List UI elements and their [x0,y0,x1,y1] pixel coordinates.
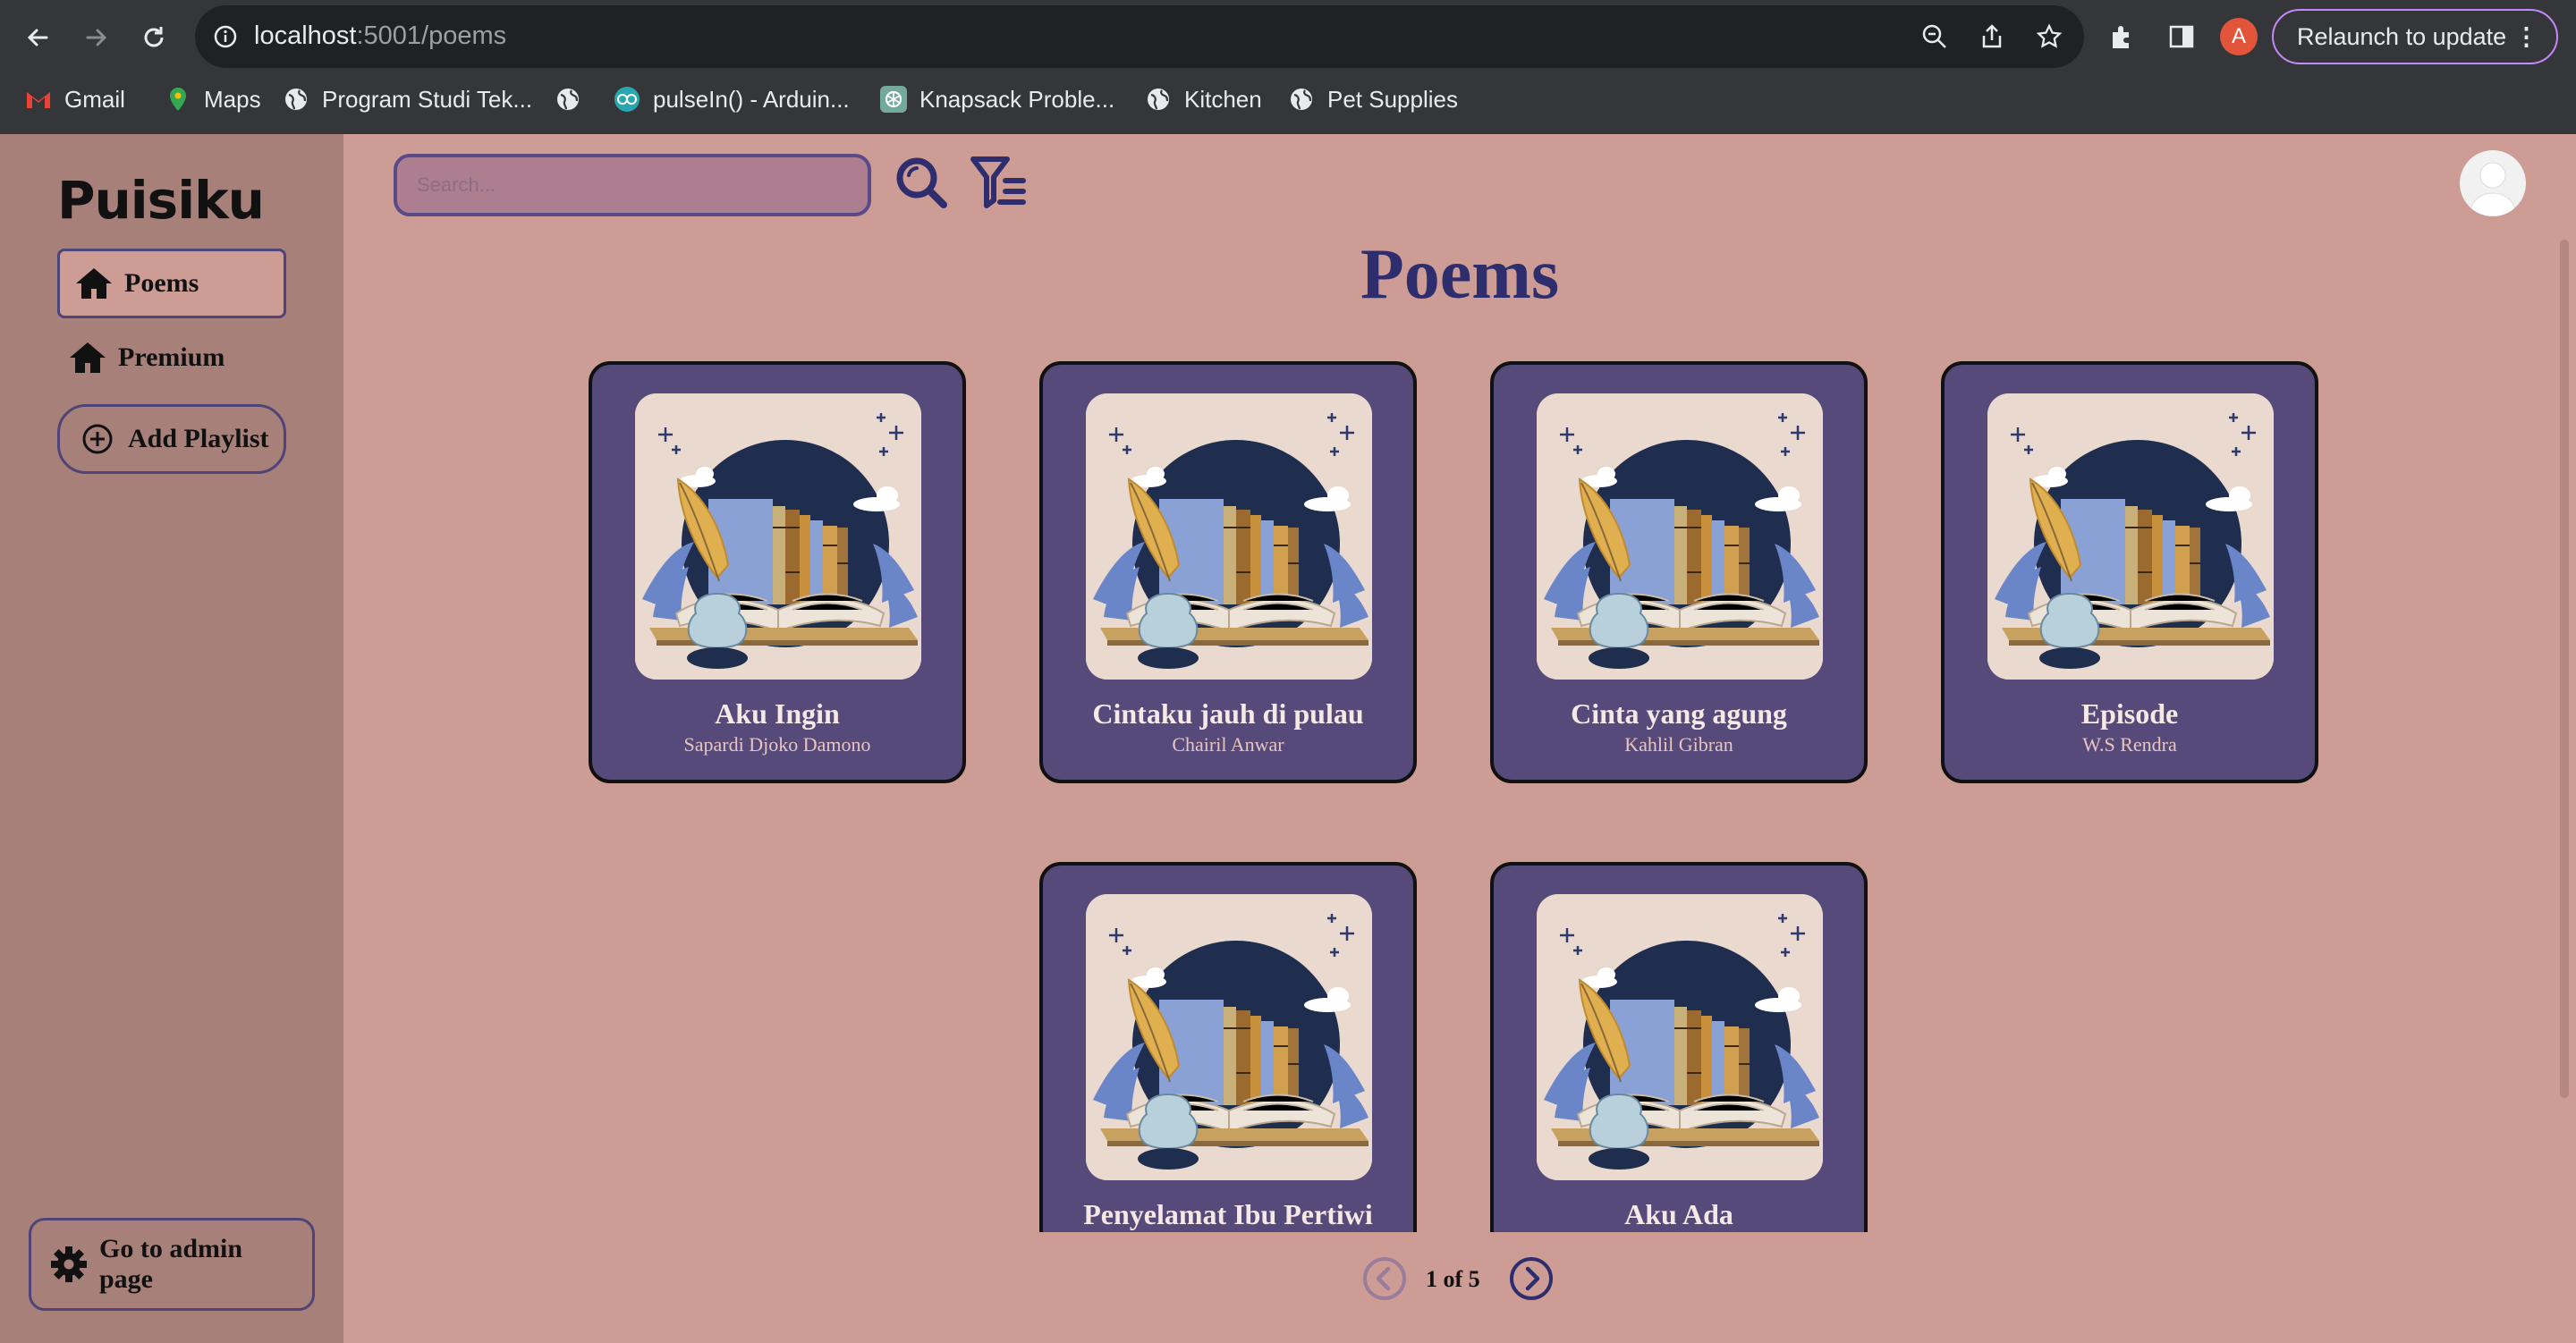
bookmark-label: Gmail [64,85,125,113]
poem-cover-image [1537,894,1823,1180]
add-playlist-label: Add Playlist [128,424,269,453]
poem-cover-image [1086,393,1372,680]
share-icon[interactable] [1979,23,2005,50]
poem-cover-image [1537,393,1823,680]
bookmark-label: Kitchen [1184,85,1262,113]
forward-button[interactable] [77,18,116,57]
gear-icon [49,1245,89,1284]
previous-page-icon[interactable] [1361,1255,1408,1302]
poem-author: Chairil Anwar [1172,733,1284,756]
info-icon [214,25,237,48]
poem-title: Aku Ingin [715,697,840,730]
poem-grid: Aku Ingin Sapardi Djoko Damono Cintaku ja… [537,361,2361,1232]
admin-page-label: Go to admin page [99,1234,243,1294]
admin-page-button[interactable]: Go to admin page [29,1218,315,1311]
bookmark-label: Maps [204,85,261,113]
bookmark-0[interactable]: Gmail [25,80,125,118]
poem-cover-image [1086,894,1372,1180]
relaunch-button[interactable]: Relaunch to update ⋮ [2272,9,2558,64]
globe-icon [283,86,309,113]
sidebar: Puisiku Poems Premium Add Playlist Go to… [0,134,343,1343]
back-button[interactable] [18,18,57,57]
reload-button[interactable] [134,18,174,57]
bookmarks-bar: Gmail Maps Program Studi Tek... pulseIn() -… [0,80,2576,118]
url-text: localhost:5001/poems [254,21,507,50]
page-title: Poems [1360,235,1560,314]
arduino-icon [614,86,640,113]
zoom-icon[interactable] [1921,23,1948,50]
bookmark-label: Program Studi Tek... [322,85,533,113]
poem-title: Cintaku jauh di pulau [1092,697,1364,730]
poem-title: Aku Ada [1624,1198,1733,1230]
search-icon[interactable] [893,154,950,211]
forward-arrow-icon [86,29,107,46]
page-content: Puisiku Poems Premium Add Playlist Go to… [0,134,2576,1343]
home-icon [68,338,107,377]
bookmark-label: Knapsack Proble... [919,85,1115,113]
openai-icon [880,86,907,113]
search-input[interactable] [394,154,871,216]
bookmark-star-icon[interactable] [2036,23,2063,50]
maps-icon [165,86,191,113]
filter-icon[interactable] [970,154,1029,211]
brand-logo: Puisiku [57,170,265,231]
bookmark-6[interactable]: Kitchen [1145,80,1262,118]
bookmark-3[interactable] [555,80,594,118]
globe-icon [1145,86,1172,113]
globe-icon [1288,86,1315,113]
poem-author: W.S Rendra [2082,733,2177,756]
back-arrow-icon [27,29,48,46]
browser-chrome: localhost:5001/poems A Relaunch to updat… [0,0,2576,134]
nav-premium-label: Premium [118,342,225,372]
home-icon [74,264,114,303]
bookmark-7[interactable]: Pet Supplies [1288,80,1458,118]
poem-card[interactable]: Cinta yang agung Kahlil Gibran [1490,361,1868,783]
poem-card[interactable]: Aku Ingin Sapardi Djoko Damono [589,361,966,783]
bookmark-1[interactable]: Maps [165,80,261,118]
poem-card[interactable]: Cintaku jauh di pulau Chairil Anwar [1039,361,1417,783]
globe-icon [555,86,581,113]
side-panel-icon[interactable] [2168,23,2195,50]
bookmark-5[interactable]: Knapsack Proble... [880,80,1114,118]
pagination: 1 of 5 [1361,1255,1560,1305]
address-bar[interactable]: localhost:5001/poems [195,5,2084,68]
bookmark-label: pulseIn() - Arduin... [653,85,850,113]
add-playlist-button[interactable]: Add Playlist [57,404,286,474]
poem-cover-image [635,393,921,680]
user-icon [2468,162,2518,216]
poem-cover-image [1987,393,2274,680]
poem-author: Sapardi Djoko Damono [683,733,871,756]
poem-card[interactable]: Aku Ada [1490,862,1868,1232]
extensions-puzzle-icon[interactable] [2109,23,2136,50]
more-menu-icon[interactable]: ⋮ [2514,11,2538,63]
poem-card[interactable]: Penyelamat Ibu Pertiwi [1039,862,1417,1232]
profile-avatar[interactable]: A [2220,18,2258,55]
bookmark-2[interactable]: Program Studi Tek... [283,80,532,118]
next-page-icon[interactable] [1508,1255,1555,1302]
poem-card[interactable]: Episode W.S Rendra [1941,361,2318,783]
gmail-icon [25,86,52,113]
poem-author: Kahlil Gibran [1624,733,1733,756]
poem-title: Cinta yang agung [1571,697,1787,730]
page-indicator: 1 of 5 [1426,1266,1480,1292]
reload-icon [144,27,164,47]
poem-title: Penyelamat Ibu Pertiwi [1083,1198,1373,1230]
bookmark-4[interactable]: pulseIn() - Arduin... [614,80,850,118]
scrollbar[interactable] [2560,240,2569,1098]
nav-poems[interactable]: Poems [57,249,286,318]
nav-poems-label: Poems [124,268,199,298]
user-avatar[interactable] [2460,150,2526,216]
poem-title: Episode [2080,697,2179,730]
nav-premium[interactable]: Premium [68,333,225,383]
bookmark-label: Pet Supplies [1327,85,1458,113]
plus-circle-icon [78,419,117,459]
